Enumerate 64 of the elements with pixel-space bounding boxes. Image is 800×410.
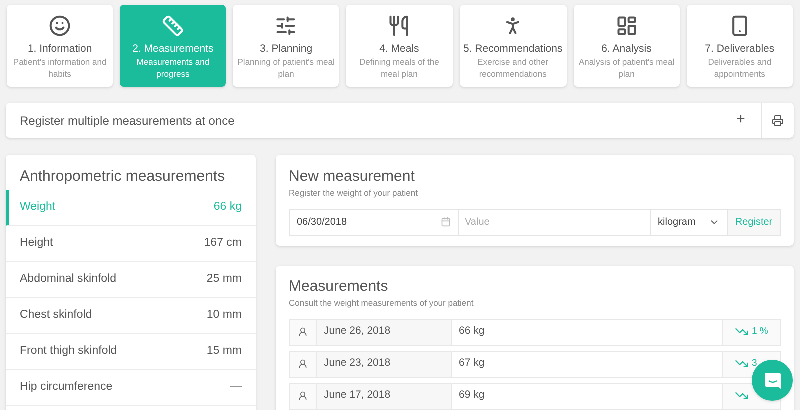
face-icon bbox=[49, 15, 72, 37]
panel-title: Anthropometric measurements bbox=[19, 167, 226, 187]
step-tab[interactable]: 3. Planning Planning of patient's meal plan bbox=[233, 5, 340, 87]
step-title: 2. Measurements bbox=[132, 43, 214, 56]
change-percent: 3 bbox=[752, 356, 758, 371]
step-subtitle: Measurements and progress bbox=[136, 56, 211, 80]
measurement-list-item[interactable]: Chest skinfold 10 mm bbox=[6, 298, 256, 334]
chat-icon bbox=[764, 372, 782, 390]
measurement-value: 167 cm bbox=[204, 236, 242, 251]
measurement-value: 10 mm bbox=[206, 308, 242, 323]
measurement-name: Weight bbox=[20, 200, 56, 215]
step-subtitle: Analysis of patient's meal plan bbox=[578, 56, 676, 80]
step-title: 3. Planning bbox=[260, 43, 313, 56]
print-icon bbox=[772, 114, 784, 126]
calendar-icon bbox=[441, 217, 451, 227]
measurement-list-item[interactable]: Height 167 cm bbox=[6, 226, 256, 262]
utensils-icon bbox=[388, 15, 410, 37]
step-subtitle: Planning of patient's meal plan bbox=[237, 56, 336, 80]
person-icon bbox=[298, 391, 308, 401]
measurement-list-item[interactable]: Abdominal skinfold 25 mm bbox=[6, 262, 256, 298]
table-cell: June 26, 2018 bbox=[317, 320, 452, 344]
panel-title: Measurements bbox=[289, 278, 390, 297]
add-button[interactable]: + bbox=[721, 103, 761, 138]
measurement-name: Abdominal skinfold bbox=[20, 272, 117, 287]
step-subtitle: Deliverables and appointments bbox=[707, 56, 773, 80]
panel-subtitle: Register the weight of your patient bbox=[289, 186, 419, 200]
step-tab[interactable]: 1. Information Patient's information and habits bbox=[7, 5, 114, 87]
step-title: 5. Recommendations bbox=[464, 43, 563, 56]
step-title: 4. Meals bbox=[380, 43, 420, 56]
measurement-name: Front thigh skinfold bbox=[20, 344, 118, 359]
step-title: 1. Information bbox=[28, 43, 92, 56]
step-title: 7. Deliverables bbox=[705, 43, 775, 56]
step-tab[interactable]: 5. Recommendations Exercise and other recommendations bbox=[460, 5, 567, 87]
measurement-value: 66 kg bbox=[214, 200, 242, 215]
unit-value: kilogram bbox=[658, 216, 696, 230]
sliders-icon bbox=[275, 15, 298, 37]
dashboard-icon bbox=[616, 15, 638, 37]
measurement-value: 15 mm bbox=[206, 344, 242, 359]
measurement-list-item[interactable]: Front thigh skinfold 15 mm bbox=[6, 334, 256, 370]
date-value: 06/30/2018 bbox=[297, 216, 348, 230]
measurement-name: Hip circumference bbox=[20, 380, 113, 395]
step-title: 6. Analysis bbox=[602, 43, 652, 56]
panel-title: New measurement bbox=[289, 168, 416, 187]
date-field[interactable]: 06/30/2018 bbox=[289, 208, 459, 236]
measurement-name: Chest skinfold bbox=[20, 308, 92, 323]
measurement-value: — bbox=[230, 380, 242, 395]
bulk-register-label: Register multiple measurements at once bbox=[19, 112, 236, 130]
panel-subtitle: Consult the weight measurements of your patient bbox=[289, 296, 475, 310]
step-tab[interactable]: 7. Deliverables Deliverables and appointments bbox=[686, 5, 793, 87]
measurement-name: Height bbox=[20, 236, 54, 251]
step-subtitle: Patient's information and habits bbox=[12, 56, 108, 80]
measurement-list-item[interactable]: Hip circumference — bbox=[6, 370, 256, 406]
step-subtitle: Exercise and other recommendations bbox=[476, 56, 550, 80]
step-tab[interactable]: 6. Analysis Analysis of patient's meal plan bbox=[574, 5, 680, 87]
table-cell: June 17, 2018 bbox=[317, 384, 452, 408]
measurement-value: 25 mm bbox=[206, 272, 242, 287]
step-subtitle: Defining meals of the meal plan bbox=[358, 56, 440, 80]
person-icon bbox=[298, 327, 308, 337]
person-icon bbox=[298, 359, 308, 369]
step-tab[interactable]: 4. Meals Defining meals of the meal plan bbox=[346, 5, 452, 87]
table-cell: June 23, 2018 bbox=[317, 352, 452, 376]
change-percent: 1 % bbox=[752, 324, 768, 339]
ruler-icon bbox=[162, 15, 184, 37]
value-field[interactable]: Value bbox=[459, 208, 651, 236]
